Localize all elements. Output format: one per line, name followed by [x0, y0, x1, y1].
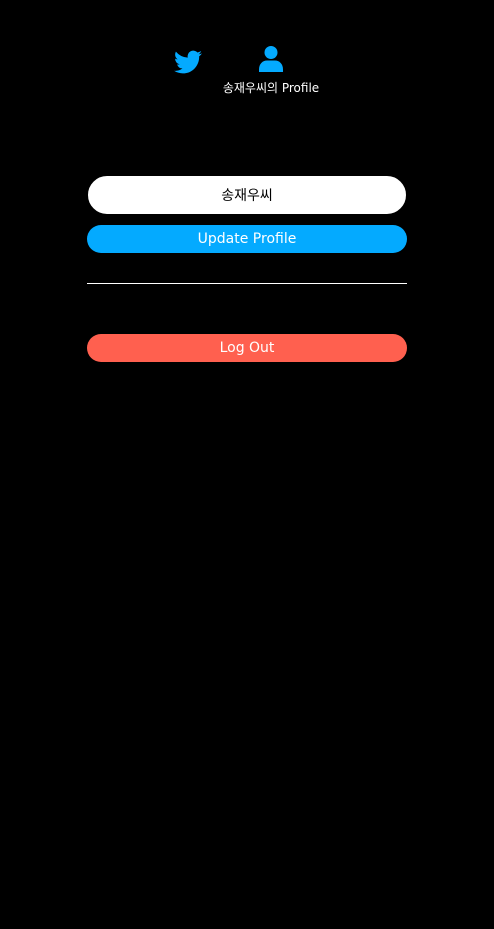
profile-nav-label: 송재우씨의 Profile [222, 81, 320, 95]
display-name-input[interactable] [87, 175, 407, 215]
user-icon [259, 46, 283, 72]
divider [87, 283, 407, 284]
twitter-bird-icon [174, 50, 202, 74]
top-navigation: 송재우씨의 Profile [0, 0, 494, 110]
update-profile-button[interactable]: Update Profile [87, 225, 407, 253]
profile-form: Update Profile [87, 175, 407, 253]
logout-button[interactable]: Log Out [87, 334, 407, 362]
home-link[interactable] [173, 48, 203, 76]
profile-link[interactable]: 송재우씨의 Profile [214, 46, 328, 98]
